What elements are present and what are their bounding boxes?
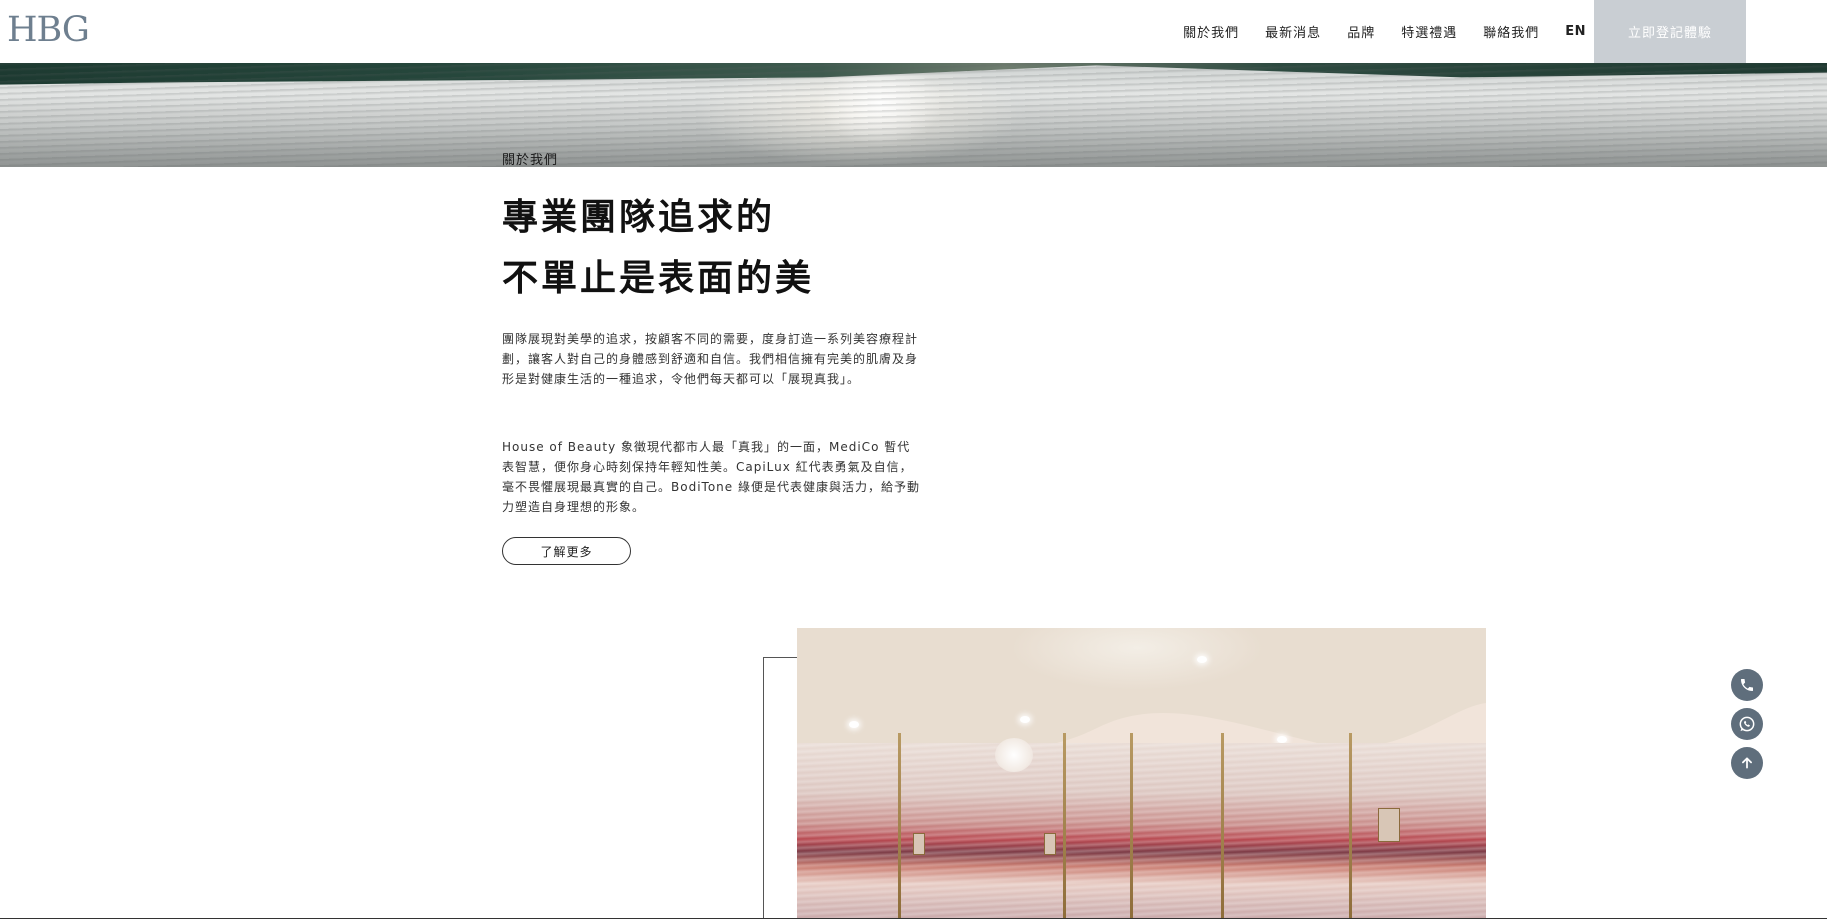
language-switch-en[interactable]: EN — [1565, 24, 1586, 39]
ceiling-light — [1197, 656, 1207, 663]
main-nav: 關於我們 最新消息 品牌 特選禮遇 聯絡我們 EN — [1183, 0, 1586, 63]
ceiling-light — [1020, 716, 1030, 723]
door-frame — [1130, 733, 1133, 919]
nav-item-offers[interactable]: 特選禮遇 — [1401, 22, 1457, 41]
door-frame — [1221, 733, 1224, 919]
arrow-up-icon — [1742, 757, 1752, 769]
door-frame — [1349, 733, 1352, 919]
door-frame — [898, 733, 901, 919]
ceiling-light — [849, 721, 859, 728]
door-frame — [1063, 733, 1066, 919]
headline-line-2: 不單止是表面的美 — [502, 258, 815, 299]
about-section: 關於我們 專業團隊追求的 不單止是表面的美 團隊展現對美學的追求，按顧客不同的需… — [502, 152, 922, 565]
logo[interactable]: HBG — [7, 13, 90, 48]
section-eyebrow: 關於我們 — [502, 153, 559, 168]
headline-line-1: 專業團隊追求的 — [502, 197, 776, 238]
phone-icon — [1741, 679, 1753, 691]
whatsapp-icon — [1739, 716, 1755, 732]
whatsapp-button[interactable] — [1731, 708, 1763, 740]
phone-button[interactable] — [1731, 669, 1763, 701]
door-handle — [913, 833, 925, 855]
door-sign — [1378, 808, 1400, 842]
nav-item-brands[interactable]: 品牌 — [1347, 22, 1375, 41]
nav-item-about[interactable]: 關於我們 — [1183, 22, 1239, 41]
door-handle — [1044, 833, 1056, 855]
nav-item-news[interactable]: 最新消息 — [1265, 22, 1321, 41]
about-paragraph-2: House of Beauty 象徵現代都市人最「真我」的一面，MediCo 暫… — [502, 440, 920, 514]
site-header: HBG 關於我們 最新消息 品牌 特選禮遇 聯絡我們 EN 立即登記體驗 — [0, 0, 1827, 63]
learn-more-button[interactable]: 了解更多 — [502, 537, 631, 565]
ceiling-light — [1277, 736, 1287, 743]
chandelier — [995, 738, 1033, 772]
section-headline: 專業團隊追求的 不單止是表面的美 — [502, 187, 922, 309]
about-paragraph-1: 團隊展現對美學的追求，按顧客不同的需要，度身訂造一系列美容療程計劃，讓客人對自己… — [502, 332, 919, 386]
back-to-top-button[interactable] — [1731, 747, 1763, 779]
salon-interior-image — [797, 628, 1486, 919]
register-cta-button[interactable]: 立即登記體驗 — [1594, 0, 1746, 63]
nav-item-contact[interactable]: 聯絡我們 — [1483, 22, 1539, 41]
